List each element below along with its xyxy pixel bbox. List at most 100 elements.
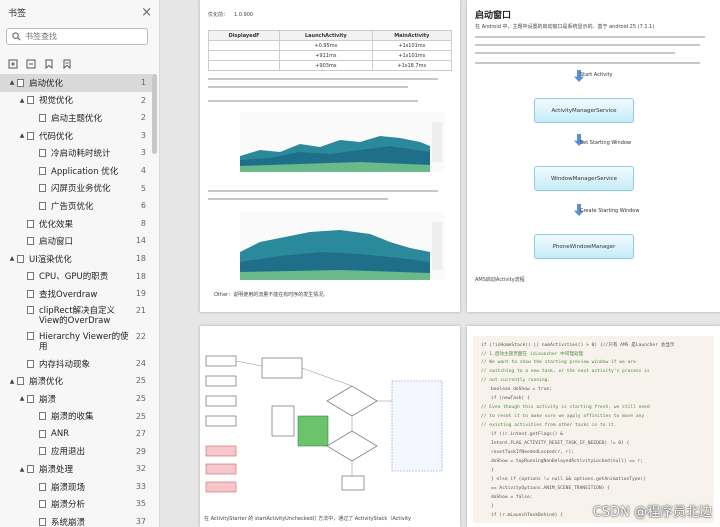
text-line: [208, 198, 388, 200]
text-line: [208, 190, 438, 192]
code-line: boolean doShow = true;: [491, 387, 552, 392]
bookmark-page-icon: [39, 447, 46, 456]
bookmark-item[interactable]: ▲ 崩溃 25: [0, 390, 152, 408]
bookmark-search-input[interactable]: [25, 32, 135, 41]
close-icon[interactable]: ×: [141, 6, 152, 19]
text-line: [208, 78, 438, 80]
bookmark-item[interactable]: 系统崩溃 37: [0, 513, 152, 527]
bookmark-page-icon: [39, 517, 46, 526]
bookmark-item[interactable]: 内存抖动现象 24: [0, 355, 152, 373]
bookmark-item[interactable]: 启动主题优化 2: [0, 109, 152, 127]
bookmark-item[interactable]: clipRect解决自定义View的OverDraw 21: [0, 303, 152, 329]
bookmark-label: CPU、GPU的职责: [39, 272, 109, 283]
trace-chart-2: [240, 212, 445, 280]
document-view[interactable]: 优化前： 1.0.900 DisplayedF LaunchActivity M…: [160, 0, 720, 527]
expand-caret-icon[interactable]: ▲: [8, 79, 16, 86]
expand-caret-icon[interactable]: ▲: [8, 378, 16, 385]
bookmark-item[interactable]: 应用退出 29: [0, 443, 152, 461]
sidebar-title: 书签: [8, 8, 27, 19]
bookmark-item[interactable]: 广告页优化 6: [0, 197, 152, 215]
bookmark-label: 系统崩溃: [51, 517, 86, 527]
bookmark-page-icon: [39, 166, 46, 175]
expand-caret-icon[interactable]: ▲: [8, 255, 16, 262]
bookmark-page-number: 25: [135, 411, 146, 421]
code-line: // 1.启动主题页面在 isLauncher 中同理处理: [481, 352, 584, 357]
bookmark-page-icon: [39, 500, 46, 509]
bookmark-item[interactable]: 启动窗口 14: [0, 232, 152, 250]
flow-label-set: Set Starting Window: [580, 140, 632, 146]
bookmark-item[interactable]: ▲ 启动优化 1: [0, 74, 152, 92]
bookmark-label: 崩溃分析: [51, 500, 86, 511]
bookmark-item[interactable]: 崩溃现场 33: [0, 478, 152, 496]
bookmark-page-number: 18: [135, 271, 146, 281]
add-bookmark-icon[interactable]: [44, 54, 54, 70]
bookmark-item[interactable]: Application 优化 4: [0, 162, 152, 180]
table-cell: +1s101ms: [371, 40, 453, 51]
bookmark-item[interactable]: Hierarchy Viewer的使用 22: [0, 329, 152, 355]
page3-caption: 在 ActivityStarter 的 startActivityUncheck…: [204, 516, 412, 522]
bookmark-item[interactable]: ANR 27: [0, 425, 152, 443]
bookmark-page-number: 33: [135, 481, 146, 491]
bookmark-label: UI渲染优化: [29, 254, 72, 265]
bookmark-page-icon: [27, 96, 34, 105]
bookmark-item[interactable]: 冷启动耗时统计 3: [0, 144, 152, 162]
code-line: == ActivityOptions.ANIM_SCENE_TRANSITION…: [491, 486, 610, 491]
expand-caret-icon[interactable]: ▲: [18, 132, 26, 139]
optimize-before-label: 优化前：: [208, 12, 229, 18]
flow-box-pwm: PhoneWindowManager: [534, 234, 634, 259]
flow-label-start: Start Activity: [580, 72, 613, 78]
code-line: // not currently running.: [481, 378, 551, 383]
sequence-diagram: [205, 355, 443, 493]
bookmark-page-number: 6: [140, 201, 146, 211]
bookmark-page-number: 37: [135, 517, 146, 527]
bookmark-item[interactable]: 崩溃的收集 25: [0, 408, 152, 426]
code-line: if (newTask) {: [491, 396, 530, 401]
code-line: doShow = topRunningNonDelayedActivityLoc…: [491, 459, 644, 464]
bookmark-label: Application 优化: [51, 166, 119, 177]
bookmark-item[interactable]: ▲ 代码优化 3: [0, 127, 152, 145]
bookmark-page-icon: [39, 113, 46, 122]
other-note: Other：说明使用的流量不能在有时序的发生情况。: [214, 292, 329, 298]
bookmark-page-icon: [39, 412, 46, 421]
table-cell: +1s18.7ms: [371, 60, 453, 71]
bookmark-page-number: 21: [135, 305, 146, 315]
expand-caret-icon[interactable]: ▲: [18, 466, 26, 473]
bookmark-item[interactable]: ▲ 崩溃处理 32: [0, 460, 152, 478]
bookmark-label: ANR: [51, 428, 70, 439]
optimize-before-value: 1.0.900: [234, 12, 254, 18]
expand-caret-icon[interactable]: ▲: [18, 97, 26, 104]
delete-bookmark-icon[interactable]: [62, 54, 72, 70]
code-line: if (!isHomeStack() || numActivities() > …: [481, 343, 675, 348]
expand-all-icon[interactable]: [8, 54, 18, 69]
bookmark-page-number: 3: [140, 130, 146, 140]
collapse-all-icon[interactable]: [26, 54, 36, 69]
bookmark-label: 崩溃优化: [29, 377, 64, 388]
pdf-page-4: if (!isHomeStack() || numActivities() > …: [467, 326, 720, 527]
bookmark-page-number: 19: [135, 289, 146, 299]
bookmark-page-number: 8: [140, 218, 146, 228]
launch-time-table: DisplayedF LaunchActivity MainActivity +…: [207, 30, 453, 71]
bookmark-page-icon: [27, 289, 34, 298]
sidebar-scrollbar[interactable]: [152, 74, 157, 154]
bookmark-label: 崩溃: [39, 394, 57, 405]
bookmark-label: 优化效果: [39, 219, 74, 230]
bookmark-item[interactable]: ▲ 崩溃优化 25: [0, 372, 152, 390]
section-heading: 启动窗口: [475, 11, 512, 21]
bookmark-label: 启动优化: [29, 78, 64, 89]
table-cell: +1s101ms: [371, 50, 453, 61]
bookmark-label: 启动主题优化: [51, 113, 103, 124]
table-header: DisplayedF: [207, 30, 281, 41]
bookmark-page-number: 14: [135, 236, 146, 246]
bookmark-item[interactable]: 闪屏页业务优化 5: [0, 180, 152, 198]
bookmark-item[interactable]: 查找Overdraw 19: [0, 285, 152, 303]
bookmark-item[interactable]: 优化效果 8: [0, 215, 152, 233]
bookmark-label: Hierarchy Viewer的使用: [39, 331, 129, 352]
bookmark-label: 代码优化: [39, 131, 74, 142]
pdf-page-3: 在 ActivityStarter 的 startActivityUncheck…: [200, 326, 460, 527]
bookmark-item[interactable]: CPU、GPU的职责 18: [0, 268, 152, 286]
expand-caret-icon[interactable]: ▲: [18, 395, 26, 402]
bookmark-item[interactable]: ▲ 视觉优化 2: [0, 92, 152, 110]
bookmark-search-box[interactable]: [6, 28, 148, 45]
bookmark-item[interactable]: 崩溃分析 35: [0, 495, 152, 513]
bookmark-item[interactable]: ▲ UI渲染优化 18: [0, 250, 152, 268]
